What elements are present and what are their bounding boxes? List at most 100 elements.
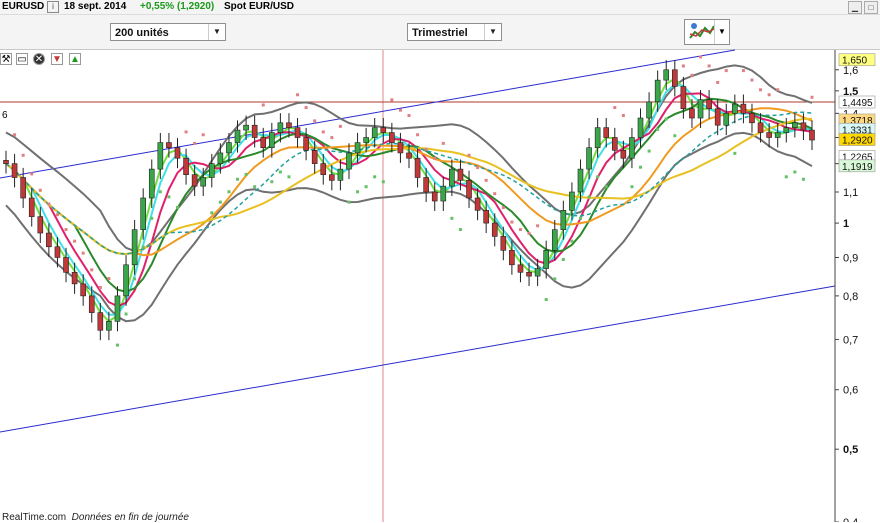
candle-body: [88, 295, 95, 313]
down-arrow-icon[interactable]: ▼: [51, 53, 63, 65]
candle-body: [749, 113, 755, 124]
sar-dot: [578, 216, 582, 220]
sar-dot: [304, 106, 308, 110]
sar-dot: [64, 228, 68, 232]
candle-body: [183, 157, 189, 175]
candle-body: [217, 152, 224, 164]
price-label-text: 1,1919: [842, 162, 873, 173]
sar-dot: [98, 286, 102, 290]
ma-teal-dashed: [5, 111, 813, 255]
sar-dot: [647, 149, 651, 153]
candle-body: [740, 103, 747, 114]
sar-dot: [253, 185, 257, 189]
sar-dot: [13, 133, 17, 137]
candle-body: [337, 168, 344, 181]
candle-body: [706, 99, 712, 110]
candle-body: [560, 210, 567, 230]
candle-body: [714, 108, 721, 126]
candle-body: [80, 283, 86, 297]
candle-body: [71, 271, 78, 285]
candle-body: [114, 295, 121, 322]
candle-body: [551, 229, 558, 251]
up-arrow-icon[interactable]: ▲: [69, 53, 81, 65]
sar-dot: [801, 177, 805, 181]
candle-body: [637, 117, 644, 138]
candle-body: [611, 137, 618, 151]
candle-body: [243, 124, 249, 131]
candle-body: [346, 152, 352, 170]
sar-dot: [433, 156, 437, 160]
candle-body: [131, 229, 138, 266]
wrench-icon[interactable]: ⚒: [0, 53, 12, 65]
candle: [140, 188, 146, 240]
candle-body: [449, 168, 455, 187]
sar-dot: [167, 195, 171, 199]
sar-dot: [604, 185, 608, 189]
sar-dot: [296, 93, 300, 97]
price-label-text: 1,650: [842, 56, 867, 67]
candle-body: [363, 137, 369, 143]
sar-dot: [107, 277, 111, 281]
sar-dot: [364, 185, 368, 189]
candle-body: [534, 268, 541, 277]
candle-body: [440, 185, 447, 202]
sar-dot: [510, 220, 514, 224]
candle-body: [526, 271, 532, 277]
sar-dot: [133, 277, 137, 281]
candle-body: [28, 197, 35, 217]
candle-body: [423, 177, 429, 193]
sar-dot: [767, 93, 771, 97]
sar-dot: [570, 239, 574, 243]
y-tick-label: 0,8: [843, 291, 858, 303]
candle-body: [491, 222, 498, 237]
sar-dot: [681, 64, 685, 68]
candle-body: [672, 69, 678, 87]
candle-body: [174, 147, 181, 159]
candle-body: [629, 137, 635, 159]
candle-body: [354, 142, 361, 154]
candle: [689, 99, 695, 128]
candle-body: [303, 137, 309, 151]
price-label-text: 1,2920: [842, 136, 873, 147]
window-icon[interactable]: ▭: [16, 53, 28, 65]
candle-body: [269, 132, 275, 149]
candle-body: [757, 122, 764, 133]
sar-dot: [124, 312, 128, 316]
ma-orange: [5, 107, 813, 257]
sar-dot: [561, 258, 565, 262]
candle-body: [646, 101, 652, 119]
y-tick-label: 1,1: [843, 187, 858, 199]
sar-dot: [81, 251, 85, 255]
sar-dot: [690, 73, 694, 77]
candle: [792, 113, 798, 138]
candle: [809, 120, 815, 150]
sar-dot: [287, 175, 291, 179]
candle-body: [20, 177, 26, 199]
candle-body: [697, 99, 704, 119]
candle-body: [157, 142, 164, 170]
sar-dot: [424, 147, 428, 151]
sar-dot: [484, 178, 488, 182]
candle-body: [63, 257, 69, 273]
sar-dot: [30, 172, 34, 176]
sar-dot: [236, 177, 240, 181]
y-tick-label: 0,4: [843, 517, 858, 522]
price-label: 1,4495: [838, 95, 876, 109]
sar-dot: [338, 124, 342, 128]
price-label: 1,1919: [838, 159, 876, 173]
sar-dot: [759, 88, 763, 92]
sar-dot: [55, 213, 59, 217]
sar-dot: [458, 228, 462, 232]
sar-dot: [47, 202, 51, 206]
candle: [106, 311, 112, 341]
sar-dot: [21, 153, 25, 157]
price-chart[interactable]: 1,61,51,41,31,21,110,90,80,70,60,50,41,6…: [0, 0, 880, 522]
close-icon[interactable]: ✕: [33, 53, 45, 65]
price-label: 1,650: [838, 53, 876, 67]
price-label-text: 1,4495: [842, 98, 873, 109]
sar-dot: [699, 55, 703, 59]
sar-dot: [416, 133, 420, 137]
candle-body: [277, 122, 284, 133]
sar-dot: [193, 141, 197, 145]
sar-dot: [630, 185, 634, 189]
